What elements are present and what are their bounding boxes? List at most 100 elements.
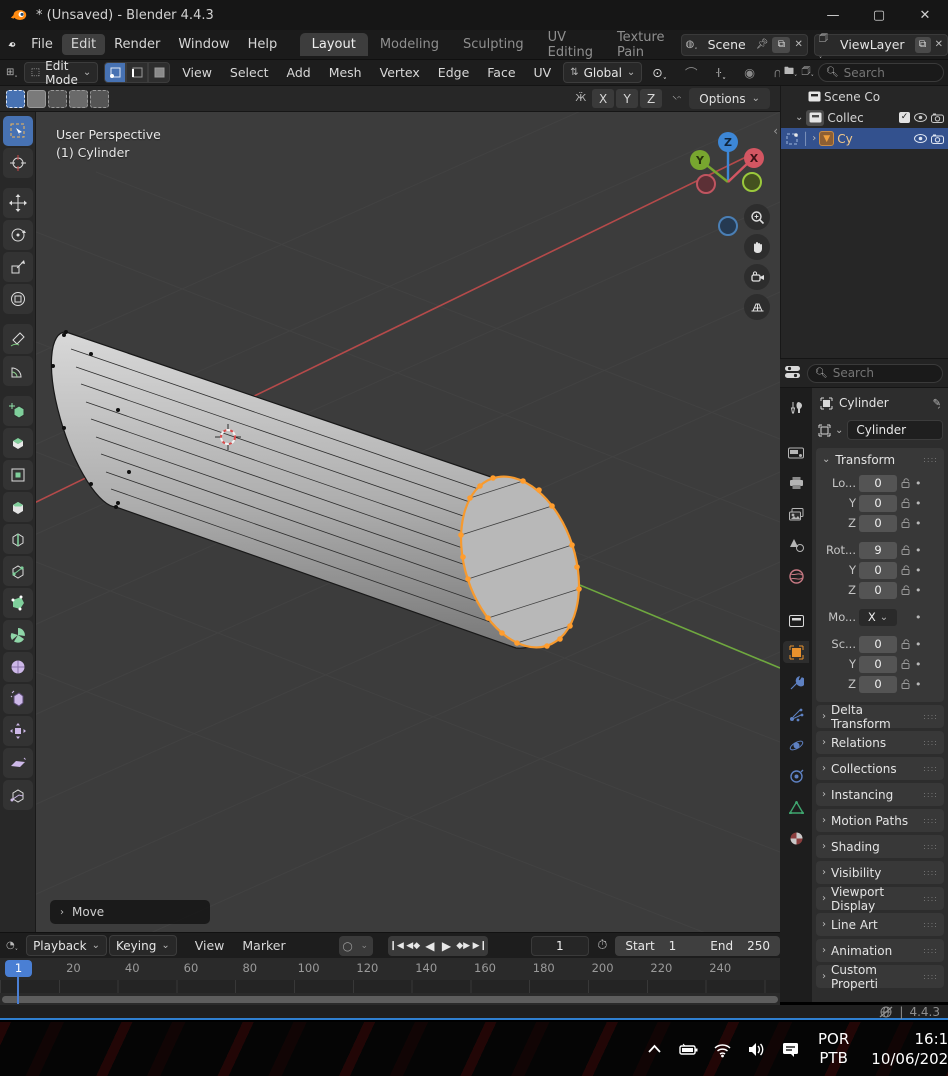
snap-target-dropdown[interactable]: ꖌ˯ bbox=[707, 63, 734, 83]
wifi-icon[interactable] bbox=[713, 1040, 732, 1059]
camera-view-button[interactable] bbox=[744, 264, 770, 290]
tool-transform[interactable] bbox=[2, 284, 33, 314]
panel-header[interactable]: › Viewport Display:::: bbox=[816, 885, 944, 913]
lock-icon[interactable] bbox=[900, 638, 912, 650]
viewlayer-selector[interactable]: 🗇˯ ViewLayer ⧉ ✕ bbox=[813, 33, 948, 59]
panel-header[interactable]: › Instancing:::: bbox=[816, 783, 944, 806]
tab-view-layer[interactable] bbox=[783, 503, 809, 525]
mirror-x-button[interactable]: X bbox=[592, 89, 615, 108]
animate-dot-icon[interactable]: • bbox=[915, 497, 922, 510]
volume-icon[interactable] bbox=[747, 1040, 766, 1059]
drag-handle-icon[interactable]: :::: bbox=[923, 894, 938, 903]
tab-tool[interactable] bbox=[783, 396, 809, 418]
proportional-edit-icon[interactable]: ◉ bbox=[736, 63, 763, 82]
select-invert-button[interactable] bbox=[69, 89, 88, 108]
panel-header[interactable]: › Custom Properti:::: bbox=[816, 963, 944, 991]
rotation-z-field[interactable]: 0 bbox=[859, 581, 897, 599]
animate-dot-icon[interactable]: • bbox=[915, 517, 922, 530]
tool-shrink-fatten[interactable] bbox=[2, 716, 33, 746]
tool-select-box[interactable] bbox=[2, 116, 33, 146]
scale-x-field[interactable]: 0 bbox=[859, 635, 897, 653]
disable-render-icon[interactable] bbox=[930, 132, 944, 146]
close-button[interactable]: ✕ bbox=[902, 0, 948, 30]
panel-header[interactable]: › Delta Transform:::: bbox=[816, 703, 944, 731]
mode-dropdown[interactable]: ⬚ Edit Mode ⌄ bbox=[23, 59, 99, 87]
location-x-field[interactable]: 0 bbox=[859, 474, 897, 492]
location-y-field[interactable]: 0 bbox=[859, 494, 897, 512]
tab-object[interactable] bbox=[783, 641, 809, 663]
tab-output[interactable] bbox=[783, 472, 809, 494]
prev-keyframe-button[interactable]: ◀◆ bbox=[405, 936, 422, 956]
mirror-y-button[interactable]: Y bbox=[616, 89, 639, 108]
menu-select[interactable]: Select bbox=[222, 63, 277, 82]
drag-handle-icon[interactable]: :::: bbox=[923, 790, 938, 799]
tool-smooth[interactable] bbox=[2, 652, 33, 682]
gizmo-x-neg[interactable] bbox=[696, 174, 716, 194]
tab-particles[interactable] bbox=[783, 703, 809, 725]
properties-search[interactable]: 🔍︎ bbox=[807, 363, 943, 383]
end-value[interactable]: 250 bbox=[747, 939, 770, 953]
drag-handle-icon[interactable]: :::: bbox=[923, 868, 938, 877]
lock-icon[interactable] bbox=[900, 658, 912, 670]
tool-poly-build[interactable] bbox=[2, 588, 33, 618]
tool-spin[interactable] bbox=[2, 620, 33, 650]
drag-handle-icon[interactable]: :::: bbox=[923, 712, 938, 721]
panel-header[interactable]: › Shading:::: bbox=[816, 835, 944, 858]
animate-dot-icon[interactable]: • bbox=[915, 544, 922, 557]
jump-to-start-button[interactable]: ❙◀ bbox=[388, 936, 405, 956]
menu-edit[interactable]: Edit bbox=[61, 34, 106, 55]
new-viewlayer-button[interactable]: ⧉ bbox=[914, 36, 931, 53]
collapse-caret-icon[interactable]: ⌄ bbox=[795, 112, 803, 123]
menu-view[interactable]: View bbox=[174, 63, 220, 82]
lock-icon[interactable] bbox=[900, 584, 912, 596]
workspace-tab-modeling[interactable]: Modeling bbox=[368, 33, 451, 56]
tool-scale[interactable] bbox=[2, 252, 33, 282]
operator-panel-move[interactable]: › Move bbox=[50, 900, 210, 924]
keying-dropdown[interactable]: Keying ⌄ bbox=[109, 935, 177, 956]
hide-eye-icon[interactable] bbox=[913, 132, 927, 146]
lock-icon[interactable] bbox=[900, 678, 912, 690]
outliner-filter-icon[interactable]: 🗇˯ bbox=[801, 64, 814, 81]
drag-handle-icon[interactable]: :::: bbox=[923, 842, 938, 851]
tool-inset-faces[interactable] bbox=[2, 460, 33, 490]
tool-loop-cut[interactable] bbox=[2, 524, 33, 554]
animate-dot-icon[interactable]: • bbox=[915, 477, 922, 490]
remove-viewlayer-icon[interactable]: ✕ bbox=[935, 39, 943, 50]
disable-render-icon[interactable] bbox=[930, 111, 944, 125]
orientation-dropdown[interactable]: ⇅ Global ⌄ bbox=[563, 62, 643, 83]
animate-dot-icon[interactable]: • bbox=[915, 658, 922, 671]
battery-icon[interactable] bbox=[679, 1040, 698, 1059]
vertex-select-button[interactable] bbox=[104, 62, 127, 83]
tool-edge-slide[interactable] bbox=[2, 684, 33, 714]
rotation-mode-dropdown[interactable]: X ⌄ bbox=[859, 608, 897, 626]
play-reverse-button[interactable]: ◀ bbox=[422, 936, 439, 956]
animate-dot-icon[interactable]: • bbox=[915, 638, 922, 651]
editor-type-icon[interactable]: ⊞˯ bbox=[6, 67, 18, 78]
animate-dot-icon[interactable]: • bbox=[915, 611, 922, 624]
outliner-search-input[interactable] bbox=[843, 65, 936, 80]
face-select-button[interactable] bbox=[148, 62, 171, 83]
outliner-search[interactable]: 🔍︎ bbox=[817, 63, 944, 82]
properties-search-input[interactable] bbox=[832, 366, 935, 380]
drag-handle-icon[interactable]: :::: bbox=[923, 920, 938, 929]
auto-keyframe-button[interactable]: ○ bbox=[339, 936, 356, 956]
outliner-label[interactable]: Collec bbox=[827, 111, 863, 125]
pivot-point-dropdown[interactable]: ⊙˯ bbox=[644, 63, 675, 82]
play-button[interactable]: ▶ bbox=[438, 936, 455, 956]
timeline-ruler[interactable]: 20 40 60 80 100 120 140 160 180 200 220 240 1 bbox=[0, 958, 780, 1004]
start-value[interactable]: 1 bbox=[669, 939, 677, 953]
tool-rip-region[interactable] bbox=[2, 780, 33, 810]
tool-measure[interactable] bbox=[2, 356, 33, 386]
lock-icon[interactable] bbox=[900, 477, 912, 489]
options-dropdown[interactable]: Options ⌄ bbox=[689, 88, 770, 109]
panel-header[interactable]: › Collections:::: bbox=[816, 757, 944, 780]
timeline-track[interactable] bbox=[0, 980, 780, 993]
drag-handle-icon[interactable]: :::: bbox=[923, 946, 938, 955]
panel-header[interactable]: › Relations:::: bbox=[816, 731, 944, 754]
tab-scene[interactable] bbox=[783, 534, 809, 556]
tab-physics[interactable] bbox=[783, 734, 809, 756]
playhead[interactable]: 1 bbox=[5, 960, 32, 977]
next-keyframe-button[interactable]: ◆▶ bbox=[455, 936, 472, 956]
workspace-tab-texture-paint[interactable]: Texture Pain bbox=[605, 26, 677, 64]
menu-marker[interactable]: Marker bbox=[234, 936, 293, 955]
